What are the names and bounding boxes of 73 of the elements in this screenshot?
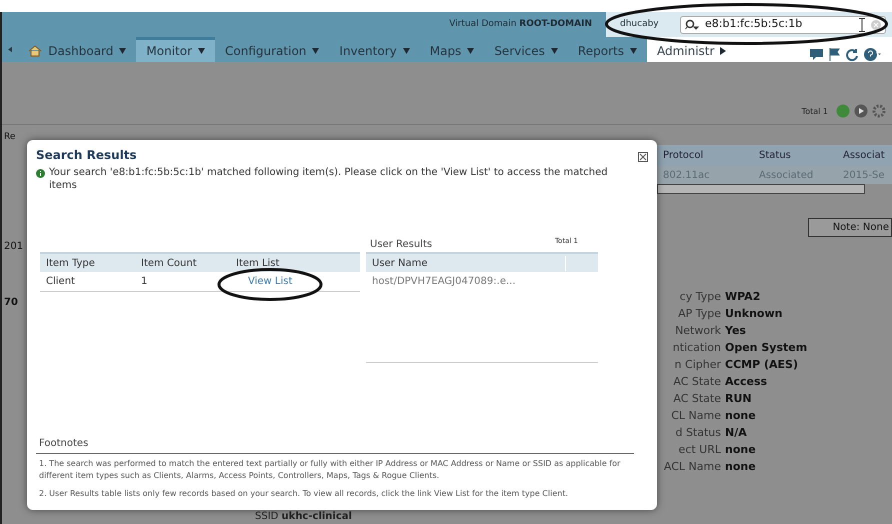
detail-value: Access bbox=[724, 374, 768, 390]
search-icon bbox=[685, 18, 699, 30]
date-fragment: 201 bbox=[3, 240, 24, 254]
nav-tab[interactable]: Configuration bbox=[215, 37, 330, 62]
flag-icon[interactable] bbox=[829, 48, 840, 61]
home-icon bbox=[28, 45, 42, 57]
footnotes-title: Footnotes bbox=[36, 436, 634, 454]
view-list-link[interactable]: View List bbox=[248, 276, 292, 287]
caret-icon bbox=[402, 48, 410, 54]
table-header: User Name bbox=[366, 252, 598, 272]
caret-icon bbox=[312, 48, 320, 54]
nav-tab[interactable]: Reports bbox=[568, 37, 647, 62]
detail-value: none bbox=[724, 459, 756, 475]
caret-icon bbox=[467, 48, 474, 54]
detail-value: Open System bbox=[724, 340, 808, 356]
caret-icon bbox=[198, 48, 206, 54]
table-cell-text: 802.11ac bbox=[662, 168, 711, 182]
table-cell-text: host/DPVH7EAGJ047089:.e... bbox=[371, 275, 517, 289]
nav-tab[interactable]: Monitor bbox=[136, 37, 216, 62]
detail-value: WPA2 bbox=[724, 289, 760, 305]
tab-fragment: Re bbox=[3, 131, 16, 144]
left-arrow-icon[interactable] bbox=[8, 46, 12, 53]
table-cell-text: Client bbox=[45, 275, 76, 289]
note-label: Note: None bbox=[808, 218, 892, 236]
refresh-icon[interactable] bbox=[846, 48, 858, 60]
nav-tab[interactable]: Dashboard bbox=[18, 37, 136, 62]
nav-tab[interactable]: Maps bbox=[420, 37, 484, 62]
detail-value: none bbox=[724, 408, 756, 424]
nav-tab[interactable]: Services bbox=[484, 37, 568, 62]
footnote: 2. User Results table lists only few records based on your search. To view all records, click the link View List for the item type Client. bbox=[39, 488, 570, 500]
total-count: Total 1 bbox=[802, 106, 828, 118]
user-results-title: User Results bbox=[370, 238, 432, 252]
search-field[interactable]: e8:b1:fc:5b:5c:1b bbox=[680, 16, 886, 34]
detail-value: none bbox=[724, 442, 756, 458]
clear-icon[interactable] bbox=[871, 20, 881, 30]
text-cursor-icon bbox=[859, 18, 865, 32]
detail-value: Yes bbox=[724, 323, 746, 339]
detail-label: AP Type bbox=[677, 306, 721, 322]
dialog-title: Search Results bbox=[36, 147, 137, 164]
detail-value: RUN bbox=[724, 391, 752, 407]
info-message: Your search 'e8:b1:fc:5b:5c:1b' matched following item(s). Please click on the 'View List' to access the matched items bbox=[49, 166, 609, 192]
detail-value: CCMP (AES) bbox=[724, 357, 798, 373]
info-icon bbox=[36, 169, 45, 178]
table-cell-text: 1 bbox=[140, 275, 148, 289]
heading-fragment: 70 bbox=[3, 296, 19, 310]
user-name[interactable]: dhucaby bbox=[620, 18, 672, 32]
caret-icon bbox=[550, 48, 558, 54]
table-cell-text: Associated bbox=[758, 168, 814, 182]
right-arrow-icon bbox=[720, 46, 726, 54]
help-icon[interactable] bbox=[864, 48, 882, 61]
close-icon[interactable] bbox=[638, 152, 648, 162]
detail-label: d Status bbox=[674, 425, 721, 441]
detail-label: n Cipher bbox=[674, 357, 721, 373]
table-header: Protocol Status Associat bbox=[657, 145, 892, 166]
table-cell-text: 2015-Se bbox=[842, 168, 886, 182]
detail-label: Network bbox=[674, 323, 721, 339]
detail-value: N/A bbox=[724, 425, 747, 441]
detail-label: CL Name bbox=[670, 408, 721, 424]
detail-value: Unknown bbox=[724, 306, 782, 322]
detail-label: AC State bbox=[672, 374, 721, 390]
footnote: 1. The search was performed to match the entered text partially or fully with either IP Address or MAC Address or Name or SSID as applicable for different item types such as Clients, Alarms, Access Points, Controllers, Maps, Tags & Rogue Clients. bbox=[39, 458, 622, 482]
detail-label: ect URL bbox=[678, 442, 721, 458]
detail-label: AC State bbox=[672, 391, 721, 407]
detail-label: cy Type bbox=[678, 289, 721, 305]
caret-icon bbox=[630, 48, 637, 54]
domain-label: Virtual Domain ROOT-DOMAIN bbox=[449, 18, 592, 31]
table-header: Item Type Item Count Item List bbox=[40, 252, 360, 272]
chat-icon[interactable] bbox=[810, 48, 823, 60]
detail-label: ACL Name bbox=[662, 459, 721, 475]
caret-icon bbox=[119, 48, 126, 54]
nav-tab[interactable]: Inventory bbox=[329, 37, 420, 62]
detail-label: ntication bbox=[672, 340, 721, 356]
ssid-detail: SSID ukhc-clinical bbox=[255, 511, 352, 523]
